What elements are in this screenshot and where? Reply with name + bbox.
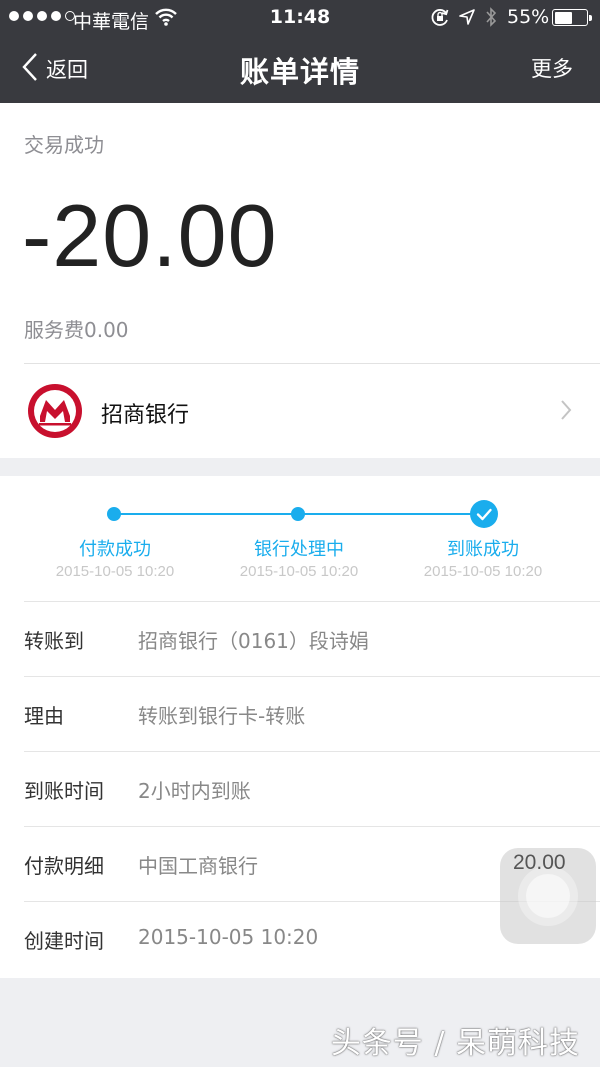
status-bar: 中華電信 11:48 55% <box>0 0 600 36</box>
payment-amount: 20.00 <box>513 851 566 874</box>
detail-row-reason: 理由 转账到银行卡-转账 <box>0 676 600 751</box>
row-value: 招商银行（0161）段诗娟 <box>138 629 369 653</box>
row-label: 付款明细 <box>24 854 104 878</box>
chevron-right-icon <box>560 399 572 425</box>
transaction-status: 交易成功 <box>24 133 104 157</box>
detail-row-arrival: 到账时间 2小时内到账 <box>0 751 600 826</box>
bank-name: 招商银行 <box>101 403 190 428</box>
page-title: 账单详情 <box>239 55 360 89</box>
location-arrow-icon <box>458 8 476 30</box>
transaction-amount: -20.00 <box>22 186 278 285</box>
detail-row-recipient: 转账到 招商银行（0161）段诗娟 <box>0 601 600 676</box>
transaction-summary: 交易成功 -20.00 服务费0.00 招商银行 <box>0 103 600 458</box>
step-node-processing <box>291 507 305 521</box>
step-time-paid: 2015-10-05 10:20 <box>55 563 175 580</box>
row-value: 中国工商银行 <box>138 854 258 878</box>
step-label-processing: 银行处理中 <box>254 539 344 560</box>
step-label-arrived: 到账成功 <box>447 539 519 560</box>
step-time-processing: 2015-10-05 10:20 <box>239 563 359 580</box>
bluetooth-icon <box>484 7 498 31</box>
rotation-lock-icon <box>430 7 450 31</box>
battery-icon <box>552 9 592 26</box>
step-time-arrived: 2015-10-05 10:20 <box>423 563 543 580</box>
row-label: 转账到 <box>24 629 84 653</box>
app-header: 中華電信 11:48 55% 返回 账单详情 更多 <box>0 0 600 103</box>
progress-tracker: 付款成功 银行处理中 到账成功 2015-10-05 10:20 2015-10… <box>0 476 600 601</box>
battery-percent: 55% <box>507 6 550 28</box>
more-button[interactable]: 更多 <box>531 53 573 83</box>
service-fee: 服务费0.00 <box>24 318 129 342</box>
row-label: 到账时间 <box>24 779 104 803</box>
step-node-paid <box>107 507 121 521</box>
row-label: 创建时间 <box>24 929 104 953</box>
nav-bar: 返回 账单详情 更多 <box>0 36 600 103</box>
row-value: 2小时内到账 <box>138 779 251 803</box>
bank-row[interactable]: 招商银行 <box>0 364 600 458</box>
row-label: 理由 <box>24 704 64 728</box>
row-value: 转账到银行卡-转账 <box>138 704 306 728</box>
row-value: 2015-10-05 10:20 <box>138 925 319 949</box>
cmb-logo-icon <box>27 383 83 439</box>
watermark: 头条号 / 呆萌科技 <box>330 1026 580 1061</box>
step-label-paid: 付款成功 <box>79 539 151 560</box>
check-icon <box>470 500 498 528</box>
